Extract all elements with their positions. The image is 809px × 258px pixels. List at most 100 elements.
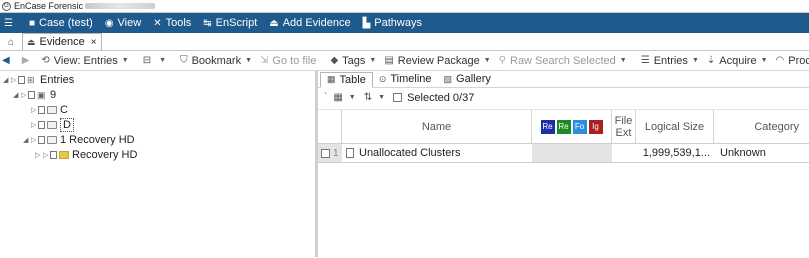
tree-node-label: Recovery HD <box>72 148 138 161</box>
title-bar: G EnCase Forensic <box>0 0 809 13</box>
column-header-logical-size[interactable]: Logical Size <box>636 110 714 143</box>
select-triangle-icon[interactable]: ▷ <box>43 151 50 159</box>
drive-icon <box>47 120 57 129</box>
forward-button[interactable]: ▶ <box>22 55 34 66</box>
table-row[interactable]: 1 Unallocated Clusters 1,999,539,1... Un… <box>318 144 809 163</box>
tools-icon: ✕ <box>153 17 162 29</box>
select-triangle-icon[interactable]: ▷ <box>21 91 28 99</box>
go-to-file-button[interactable]: ⇲ Go to file <box>260 55 316 67</box>
select-all-checkbox[interactable] <box>393 93 403 102</box>
tree-checkbox[interactable] <box>38 135 45 144</box>
menu-tools[interactable]: ✕ Tools <box>153 17 191 29</box>
split-handle-icon[interactable]: ˋ <box>324 92 327 103</box>
chevron-down-icon: ▼ <box>121 57 129 64</box>
menu-add-evidence[interactable]: ⏏ Add Evidence <box>269 17 350 29</box>
view-tabs: ▦ Table ⊙ Timeline ▨ Gallery <box>318 71 809 88</box>
select-triangle-icon[interactable]: ▷ <box>31 106 38 114</box>
selected-count: Selected 0/37 <box>407 91 475 104</box>
home-icon[interactable]: ⌂ <box>2 34 20 50</box>
bookmark-dropdown[interactable]: ⛉ Bookmark ▼ <box>180 55 252 67</box>
menu-pathways[interactable]: ▙ Pathways <box>363 17 422 29</box>
expand-icon[interactable]: ▷ <box>35 151 43 159</box>
table-pane: ▦ Table ⊙ Timeline ▨ Gallery ˋ ▦ ▼ ⇅ ▼ S… <box>318 71 809 257</box>
row-select-cell[interactable]: 1 <box>318 144 342 162</box>
document-tab-strip: ⌂ ⏏ Evidence × <box>0 33 809 51</box>
tree-node-recovery-disk[interactable]: ◢ ▷ 1 Recovery HD <box>23 132 135 147</box>
tree-checkbox[interactable] <box>38 105 45 114</box>
layout-icon: ⊟ <box>142 55 152 66</box>
select-triangle-icon[interactable]: ▷ <box>31 121 38 129</box>
tree-node-recovery-folder[interactable]: ▷ ▷ Recovery HD <box>35 147 137 162</box>
flag-header[interactable]: Re <box>540 119 555 134</box>
sort-icon[interactable]: ⇅ <box>364 92 372 103</box>
entries-label: Entries <box>653 54 688 67</box>
review-package-dropdown[interactable]: ▤ Review Package ▼ <box>384 55 490 67</box>
add-evidence-icon: ⏏ <box>269 17 279 29</box>
select-triangle-icon[interactable]: ▷ <box>11 76 18 84</box>
table-subtoolbar: ˋ ▦ ▼ ⇅ ▼ Selected 0/37 <box>318 88 809 107</box>
evidence-tree: ◢ ▷ ⊞ Entries ◢ ▷ ▣ 9 ▷ C ▷ D ◢ ▷ 1 Reco… <box>0 71 318 257</box>
menu-tools-label: Tools <box>165 17 192 29</box>
close-icon[interactable]: × <box>91 37 97 48</box>
row-checkbox[interactable] <box>321 148 330 158</box>
table-header: Name Re Re Fo Ig File Ext Logical Size C… <box>318 109 809 144</box>
tab-table-label: Table <box>339 73 366 86</box>
chevron-down-icon: ▼ <box>245 57 253 64</box>
hamburger-menu-button[interactable]: ☰ <box>4 18 17 29</box>
search-icon: ⚲ <box>498 55 506 66</box>
tree-node-case[interactable]: ◢ ▷ ▣ 9 <box>13 87 56 102</box>
column-header-flags[interactable]: Re Re Fo Ig <box>532 110 612 143</box>
raw-search-selected-dropdown[interactable]: ⚲ Raw Search Selected ▼ <box>499 55 627 67</box>
tab-evidence[interactable]: ⏏ Evidence × <box>22 33 102 50</box>
tree-checkbox[interactable] <box>38 120 45 129</box>
chevron-down-icon[interactable]: ▼ <box>349 94 356 101</box>
flag-header[interactable]: Fo <box>572 119 587 134</box>
process-dropdown[interactable]: ◠ Process ▼ <box>776 55 809 67</box>
menu-pathways-label: Pathways <box>374 17 422 29</box>
gallery-icon: ▨ <box>443 73 453 84</box>
layout-dropdown[interactable]: ⊟ ▼ <box>143 55 166 66</box>
bookmark-icon: ⛉ <box>180 55 188 66</box>
collapse-icon[interactable]: ◢ <box>13 91 21 99</box>
acquire-dropdown[interactable]: ⇣ Acquire ▼ <box>707 55 768 67</box>
table-icon: ▦ <box>327 74 336 84</box>
column-header-category[interactable]: Category <box>714 110 809 143</box>
tab-table[interactable]: ▦ Table <box>320 71 373 88</box>
menu-view-label: View <box>117 17 142 29</box>
tree-node-label: Entries <box>40 73 75 86</box>
grid-options-icon[interactable]: ▦ <box>333 92 342 103</box>
review-package-label: Review Package <box>397 54 480 67</box>
entries-icon: ☰ <box>640 55 650 66</box>
menu-case[interactable]: ■ Case (test) <box>29 17 93 29</box>
process-label: Process <box>788 54 809 67</box>
go-to-file-icon: ⇲ <box>260 55 269 66</box>
flag-header[interactable]: Ig <box>588 119 603 134</box>
cell-file-ext <box>612 144 636 162</box>
tree-node-entries[interactable]: ◢ ▷ ⊞ Entries <box>3 72 74 87</box>
collapse-icon[interactable]: ◢ <box>23 136 31 144</box>
entries-dropdown[interactable]: ☰ Entries ▼ <box>641 55 699 67</box>
cell-name[interactable]: Unallocated Clusters <box>342 144 532 162</box>
menu-enscript[interactable]: ↹ EnScript <box>203 17 257 29</box>
tree-node-drive-c[interactable]: ▷ C <box>31 102 68 117</box>
tree-checkbox[interactable] <box>18 75 25 84</box>
tab-gallery[interactable]: ▨ Gallery <box>438 71 497 87</box>
tree-checkbox[interactable] <box>28 90 35 99</box>
column-header-name[interactable]: Name <box>342 110 532 143</box>
tree-node-drive-d[interactable]: ▷ D <box>31 117 74 132</box>
chevron-down-icon[interactable]: ▼ <box>378 94 385 101</box>
select-triangle-icon[interactable]: ▷ <box>31 136 38 144</box>
view-entries-dropdown[interactable]: ⟲ View: Entries ▼ <box>41 55 128 67</box>
tags-dropdown[interactable]: ◆ Tags ▼ <box>330 55 376 67</box>
flag-header[interactable]: Re <box>556 119 571 134</box>
drive-icon <box>47 105 57 114</box>
collapse-icon[interactable]: ◢ <box>3 76 11 84</box>
row-select-column-header[interactable] <box>318 110 342 143</box>
eye-icon: ◉ <box>104 17 114 29</box>
tab-timeline[interactable]: ⊙ Timeline <box>373 71 438 87</box>
tree-checkbox[interactable] <box>50 150 57 159</box>
menu-view[interactable]: ◉ View <box>105 17 141 29</box>
back-button[interactable]: ◀ <box>2 55 14 66</box>
column-header-file-ext[interactable]: File Ext <box>612 110 636 143</box>
menu-enscript-label: EnScript <box>215 17 258 29</box>
